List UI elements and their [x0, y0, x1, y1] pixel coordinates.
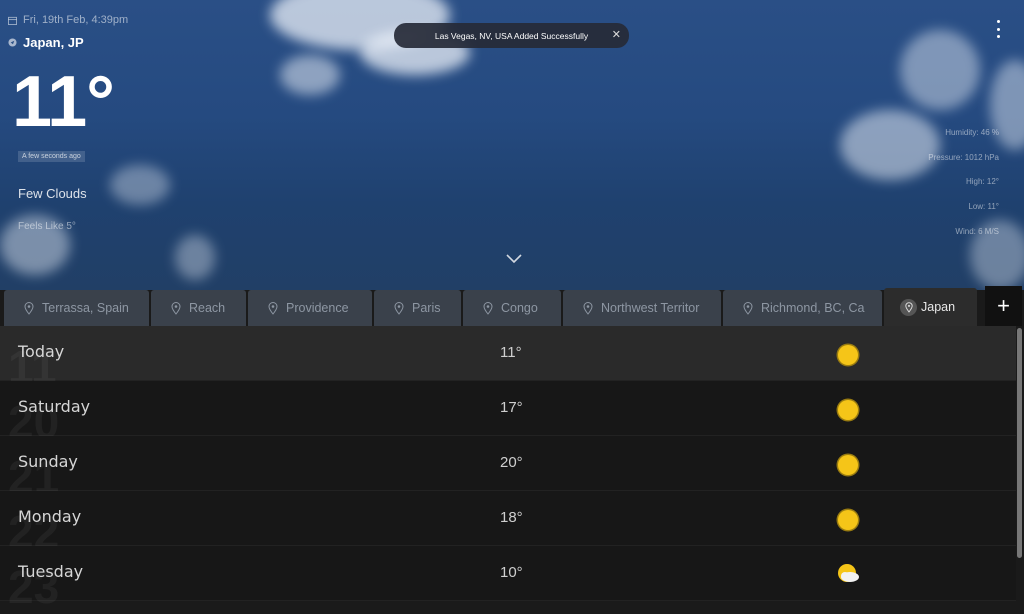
success-toast: Las Vegas, NV, USA Added Successfully ✕	[394, 23, 629, 48]
tab-northwest-territories[interactable]: Northwest Territor	[563, 290, 721, 326]
map-pin-icon	[394, 301, 404, 315]
map-pin-icon	[583, 301, 593, 315]
more-menu-icon[interactable]	[994, 20, 1002, 38]
location-arrow-icon	[8, 38, 17, 47]
location-row: Japan, JP	[8, 35, 84, 50]
forecast-day: Today	[18, 342, 65, 361]
tab-label: Paris	[412, 301, 441, 315]
sun-icon	[836, 508, 860, 532]
sun-icon	[836, 398, 860, 422]
forecast-day: Tuesday	[18, 562, 84, 581]
tab-richmond[interactable]: Richmond, BC, Ca	[723, 290, 882, 326]
forecast-temp: 17°	[500, 399, 523, 416]
tab-label: Northwest Territor	[601, 301, 700, 315]
scrollbar-thumb[interactable]	[1017, 328, 1022, 558]
forecast-row[interactable]: 23 Tuesday 10°	[0, 546, 1016, 613]
tab-reach[interactable]: Reach	[151, 290, 246, 326]
feels-like-text: Feels Like 5°	[18, 221, 76, 232]
weather-hero: Fri, 19th Feb, 4:39pm Japan, JP 11° A fe…	[0, 0, 1024, 290]
sun-icon	[836, 453, 860, 477]
map-pin-icon	[171, 301, 181, 315]
weather-stats: Humidity: 46 % Pressure: 1012 hPa High: …	[928, 128, 999, 251]
tab-label: Congo	[501, 301, 538, 315]
map-pin-icon	[268, 301, 278, 315]
forecast-temp: 18°	[500, 509, 523, 526]
tab-congo[interactable]: Congo	[463, 290, 561, 326]
toast-close-button[interactable]: ✕	[612, 28, 621, 41]
cloud-decoration	[840, 110, 940, 180]
tab-label: Japan	[921, 300, 956, 314]
partly-cloudy-icon	[838, 564, 859, 582]
cloud-decoration	[110, 165, 170, 205]
current-temperature: 11°	[12, 62, 115, 142]
location-name: Japan, JP	[23, 35, 84, 50]
date-row: Fri, 19th Feb, 4:39pm	[8, 14, 128, 26]
forecast-row[interactable]: 11 Today 11°	[0, 326, 1016, 393]
forecast-temp: 11°	[500, 344, 522, 361]
updated-badge: A few seconds ago	[18, 151, 85, 162]
map-pin-icon	[743, 301, 753, 315]
humidity-stat: Humidity: 46 %	[945, 128, 999, 137]
wind-stat: Wind: 6 M/S	[955, 226, 999, 236]
map-pin-icon	[483, 301, 493, 315]
forecast-row[interactable]: 20 Saturday 17°	[0, 381, 1016, 448]
forecast-day: Saturday	[18, 397, 91, 416]
map-pin-icon	[24, 301, 34, 315]
chevron-down-icon[interactable]	[505, 251, 523, 265]
tab-terrassa[interactable]: Terrassa, Spain	[4, 290, 149, 326]
tab-label: Providence	[286, 301, 349, 315]
tab-providence[interactable]: Providence	[248, 290, 372, 326]
forecast-row[interactable]: 22 Monday 18°	[0, 491, 1016, 558]
map-pin-icon	[900, 298, 917, 316]
forecast-row[interactable]: 21 Sunday 20°	[0, 436, 1016, 503]
toast-message: Las Vegas, NV, USA Added Successfully	[434, 30, 589, 41]
condition-text: Few Clouds	[18, 186, 87, 201]
cloud-decoration	[900, 30, 980, 110]
forecast-day: Monday	[18, 507, 82, 526]
sun-icon	[836, 343, 860, 367]
tab-label: Richmond, BC, Ca	[761, 301, 865, 315]
calendar-icon	[8, 16, 17, 25]
high-stat: High: 12°	[966, 177, 999, 187]
date-text: Fri, 19th Feb, 4:39pm	[23, 14, 129, 26]
tab-label: Terrassa, Spain	[42, 301, 129, 315]
cloud-decoration	[280, 55, 340, 95]
cloud-decoration	[175, 235, 215, 280]
location-tabs: Terrassa, Spain Reach Providence Paris C…	[0, 288, 1024, 326]
forecast-day: Sunday	[18, 452, 78, 471]
tab-paris[interactable]: Paris	[374, 290, 461, 326]
forecast-temp: 20°	[500, 454, 523, 471]
forecast-list: 11 Today 11° 20 Saturday 17° 21 Sunday 2…	[0, 326, 1016, 613]
tab-label: Reach	[189, 301, 226, 315]
pressure-stat: Pressure: 1012 hPa	[928, 152, 999, 162]
forecast-temp: 10°	[500, 564, 523, 581]
add-location-button[interactable]: +	[985, 286, 1022, 326]
tab-japan[interactable]: Japan	[884, 288, 977, 326]
low-stat: Low: 11°	[968, 202, 999, 212]
